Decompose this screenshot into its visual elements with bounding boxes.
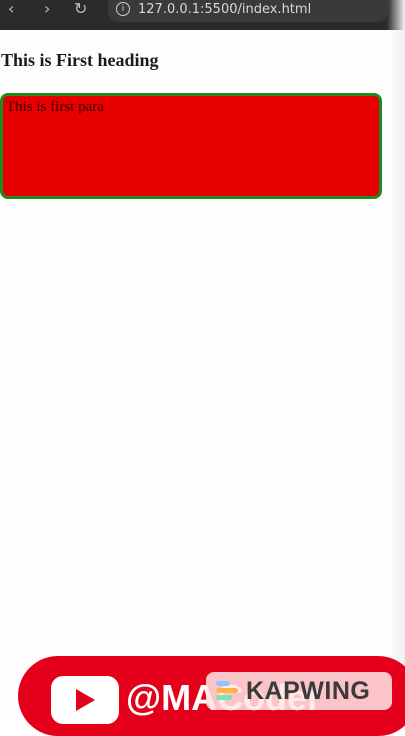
page-content: This is First heading This is first para — [0, 30, 387, 720]
kapwing-watermark: KAPWING — [206, 672, 392, 710]
site-info-icon[interactable]: i — [116, 2, 130, 16]
back-icon[interactable]: ‹ — [8, 0, 14, 22]
address-bar[interactable]: i 127.0.0.1:5500/index.html — [108, 0, 388, 22]
paragraph-box: This is first para — [0, 93, 382, 199]
kapwing-text: KAPWING — [246, 677, 371, 705]
edge-fade — [387, 0, 405, 720]
reload-icon[interactable]: ↻ — [74, 0, 87, 22]
address-text: 127.0.0.1:5500/index.html — [138, 2, 312, 17]
forward-icon[interactable]: › — [44, 0, 50, 22]
kapwing-logo-icon — [216, 681, 238, 701]
play-icon — [76, 689, 95, 711]
youtube-logo-icon — [51, 676, 119, 724]
browser-toolbar: ‹ › ↻ i 127.0.0.1:5500/index.html — [0, 0, 405, 30]
paragraph-text: This is first para — [6, 99, 104, 115]
page-heading: This is First heading — [1, 50, 159, 70]
